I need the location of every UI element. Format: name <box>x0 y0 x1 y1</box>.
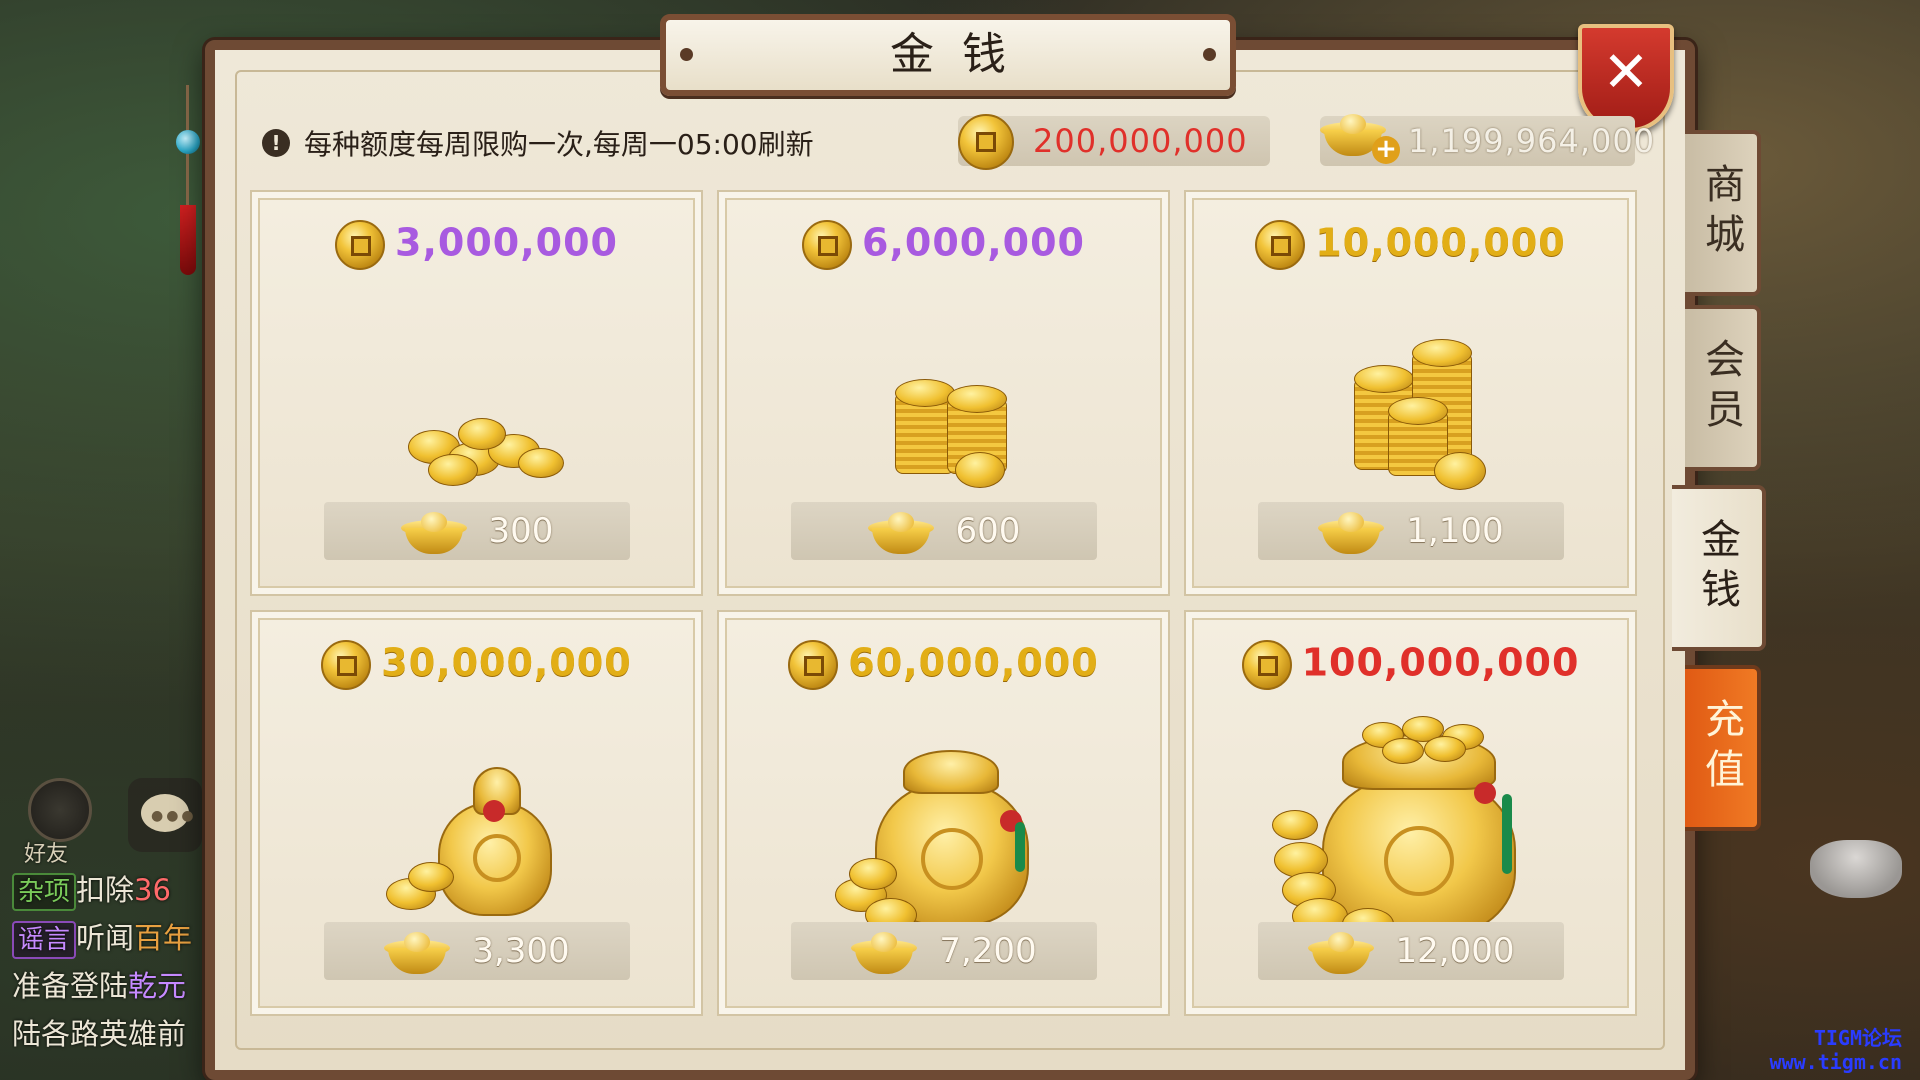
copper-coin-icon <box>1241 640 1292 690</box>
exclamation-icon: ! <box>262 129 290 157</box>
chat-channel-tag: 杂项 <box>12 873 77 911</box>
chat-text: 准备登陆 <box>12 969 129 1003</box>
chat-highlight: 乾元 <box>128 969 187 1003</box>
price-value: 300 <box>488 511 554 551</box>
purchase-notice: ! 每种额度每周限购一次,每周一05:00刷新 <box>262 120 814 166</box>
buy-price-button[interactable]: 7,200 <box>791 922 1097 980</box>
gold-ingot-icon <box>1307 931 1374 976</box>
ingot-balance-value: 1,199,964,000 <box>1408 122 1656 160</box>
gold-ingot-icon <box>867 511 934 556</box>
friends-button[interactable]: 好友 <box>24 778 94 867</box>
tab-recharge[interactable]: 充值 <box>1685 665 1761 831</box>
package-amount: 3,000,000 <box>252 220 701 270</box>
silver-ingot-decoration <box>1810 840 1902 898</box>
coin-pile-icon <box>1186 716 1635 940</box>
buy-price-button[interactable]: 600 <box>791 502 1097 560</box>
coin-pile-icon <box>719 302 1168 502</box>
money-package-card[interactable]: 10,000,000 1,100 <box>1184 190 1637 596</box>
chat-text: 听闻 <box>76 921 135 955</box>
copper-coin-icon <box>788 640 839 690</box>
package-grid: 3,000,000 300 6,000,000 600 10,000,000 1… <box>250 190 1638 1016</box>
close-icon: ✕ <box>1602 40 1650 105</box>
chat-channel-tag: 谣言 <box>12 921 77 959</box>
package-amount: 10,000,000 <box>1186 220 1635 270</box>
chat-highlight: 36 <box>134 873 171 907</box>
price-value: 600 <box>955 511 1021 551</box>
chat-line: 杂项 扣除36 <box>12 866 207 914</box>
money-package-card[interactable]: 3,000,000 300 <box>250 190 703 596</box>
notice-text: 每种额度每周限购一次,每周一05:00刷新 <box>304 128 814 161</box>
tab-vip[interactable]: 会员 <box>1685 305 1761 471</box>
price-value: 12,000 <box>1395 931 1515 971</box>
buy-price-button[interactable]: 300 <box>324 502 630 560</box>
buy-price-button[interactable]: 12,000 <box>1258 922 1564 980</box>
chat-line: 谣言 听闻百年 <box>12 914 207 962</box>
chat-button[interactable]: ●●● <box>128 778 202 852</box>
ingot-balance[interactable]: + 1,199,964,000 <box>1320 114 1654 166</box>
package-amount: 30,000,000 <box>252 640 701 690</box>
coin-balance-value: 200,000,000 <box>1033 122 1248 160</box>
money-package-card[interactable]: 6,000,000 600 <box>717 190 1170 596</box>
gold-ingot-icon <box>400 511 467 556</box>
coin-pile-icon <box>719 722 1168 932</box>
watermark: TIGM论坛 www.tigm.cn <box>1769 1026 1902 1074</box>
tab-money[interactable]: 金钱 <box>1672 485 1766 651</box>
coin-pile-icon <box>252 722 701 922</box>
friends-label: 好友 <box>24 842 69 867</box>
price-value: 7,200 <box>939 931 1037 971</box>
copper-coin-icon <box>802 220 853 270</box>
chat-text: 陆各路英雄前 <box>12 1017 187 1051</box>
money-package-card[interactable]: 60,000,000 7,200 <box>717 610 1170 1016</box>
coin-pile-icon <box>252 302 701 502</box>
chat-highlight: 百年 <box>134 921 193 955</box>
money-package-card[interactable]: 30,000,000 3,300 <box>250 610 703 1016</box>
title-plaque: 金钱 <box>660 14 1236 96</box>
package-amount: 6,000,000 <box>719 220 1168 270</box>
gold-ingot-icon <box>1318 511 1385 556</box>
jade-pendant-ornament <box>168 85 208 275</box>
price-value: 3,300 <box>472 931 570 971</box>
gold-ingot-icon <box>851 931 918 976</box>
chat-text: 扣除 <box>76 873 135 907</box>
page-title: 金钱 <box>890 29 1034 80</box>
money-package-card[interactable]: 100,000,000 12,000 <box>1184 610 1637 1016</box>
coin-pile-icon <box>1186 302 1635 502</box>
package-amount: 60,000,000 <box>719 640 1168 690</box>
copper-coin-icon <box>335 220 386 270</box>
coin-balance: 200,000,000 <box>958 114 1270 170</box>
chat-line: 准备登陆乾元 <box>12 962 207 1010</box>
tab-shop[interactable]: 商城 <box>1685 130 1761 296</box>
buy-price-button[interactable]: 1,100 <box>1258 502 1564 560</box>
copper-coin-icon <box>1255 220 1306 270</box>
price-value: 1,100 <box>1406 511 1504 551</box>
copper-coin-icon <box>321 640 372 690</box>
add-ingot-icon[interactable]: + <box>1372 136 1400 164</box>
chat-line: 陆各路英雄前 <box>12 1010 207 1058</box>
copper-coin-icon <box>958 114 1014 170</box>
friends-icon <box>28 778 92 842</box>
package-amount: 100,000,000 <box>1186 640 1635 690</box>
chat-log: 杂项 扣除36 谣言 听闻百年 准备登陆乾元 陆各路英雄前 <box>12 866 207 1058</box>
gold-ingot-icon <box>384 931 451 976</box>
buy-price-button[interactable]: 3,300 <box>324 922 630 980</box>
